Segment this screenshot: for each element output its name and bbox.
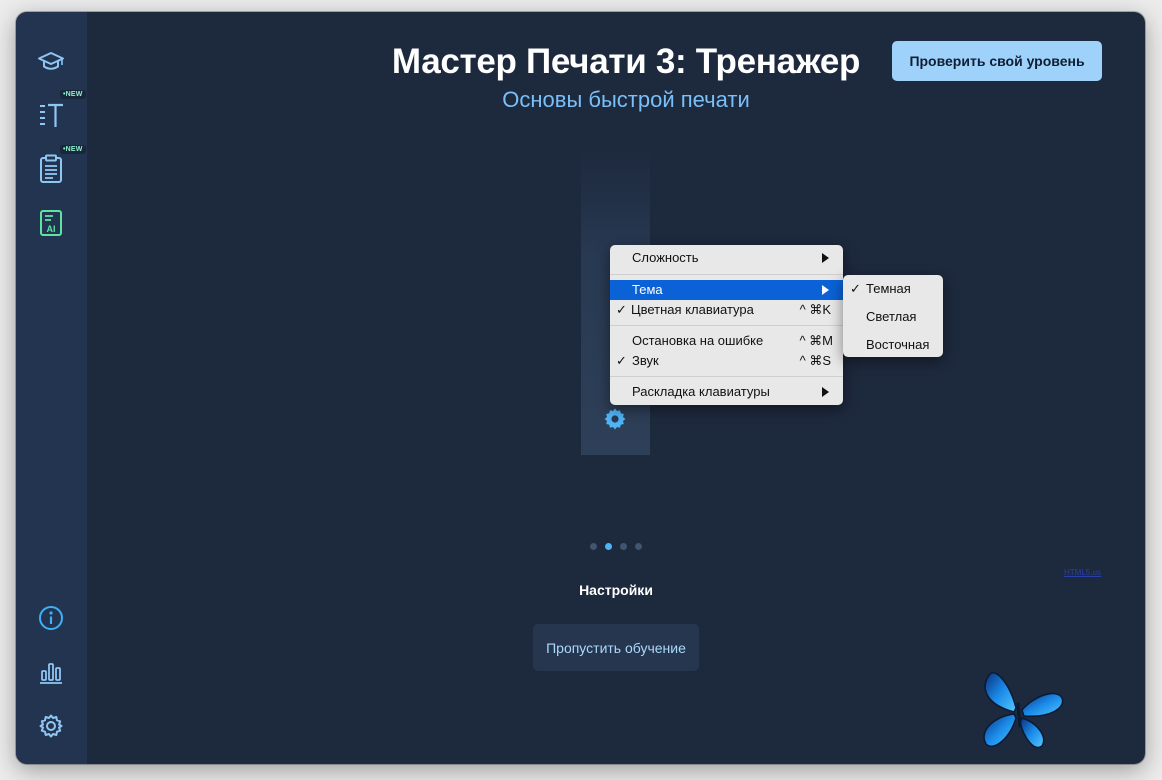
menu-item-sound[interactable]: ✓ Звук ^ ⌘S [610, 351, 843, 371]
menu-separator [610, 325, 843, 326]
theme-option-label: Восточная [866, 337, 930, 352]
theme-option-label: Светлая [866, 309, 917, 324]
pager-dot-active[interactable] [605, 543, 612, 550]
graduation-cap-icon[interactable] [35, 45, 67, 77]
menu-item-label: Остановка на ошибке [632, 333, 764, 348]
check-level-button[interactable]: Проверить свой уровень [892, 41, 1102, 81]
ai-document-icon[interactable]: AI [35, 207, 67, 239]
theme-option-dark[interactable]: ✓ Темная [843, 278, 943, 300]
info-icon[interactable] [35, 602, 67, 634]
butterfly-logo [970, 664, 1070, 754]
menu-item-label: Цветная клавиатура [631, 302, 754, 317]
clipboard-icon[interactable] [35, 153, 67, 185]
text-type-icon[interactable] [35, 99, 67, 131]
menu-item-theme[interactable]: Тема [610, 280, 843, 300]
skip-tutorial-button[interactable]: Пропустить обучение [533, 624, 699, 671]
checkmark-icon: ✓ [616, 302, 627, 317]
new-badge: •NEW [60, 145, 86, 154]
checkmark-icon: ✓ [850, 281, 861, 296]
sidebar: •NEW •NEW AI [16, 12, 87, 764]
menu-item-keyboard-layout[interactable]: Раскладка клавиатуры [610, 382, 843, 402]
menu-item-color-keyboard[interactable]: ✓ Цветная клавиатура ^ ⌘K [610, 300, 843, 320]
app-subtitle: Основы быстрой печати [502, 87, 750, 112]
footer-link[interactable]: HTML5.us [1064, 568, 1101, 577]
menu-shortcut: ^ ⌘M [799, 333, 833, 348]
pager-dots [590, 543, 650, 551]
slide-caption: Настройки [579, 582, 653, 598]
menu-separator [610, 376, 843, 377]
menu-item-label: Звук [632, 353, 659, 368]
menu-item-difficulty[interactable]: Сложность [610, 248, 843, 268]
menu-shortcut: ^ ⌘S [799, 353, 831, 368]
new-badge: •NEW [60, 90, 86, 99]
app-window: •NEW •NEW AI Мастер Печати 3: Тренажер О… [16, 12, 1145, 764]
submenu-arrow-icon [822, 387, 829, 397]
menu-item-label: Раскладка клавиатуры [632, 384, 770, 399]
theme-option-light[interactable]: Светлая [843, 306, 943, 328]
menu-item-label: Сложность [632, 250, 699, 265]
svg-text:AI: AI [47, 224, 56, 234]
submenu-arrow-icon [822, 285, 829, 295]
theme-option-label: Темная [866, 281, 911, 296]
checkmark-icon: ✓ [616, 353, 627, 368]
menu-shortcut: ^ ⌘K [799, 302, 831, 317]
settings-context-menu: Сложность Тема ✓ Цветная клавиатура ^ ⌘K… [610, 245, 843, 405]
pager-dot[interactable] [620, 543, 627, 550]
theme-submenu: ✓ Темная Светлая Восточная [843, 275, 943, 357]
submenu-arrow-icon [822, 253, 829, 263]
menu-item-stop-on-error[interactable]: Остановка на ошибке ^ ⌘M [610, 331, 843, 351]
stats-chart-icon[interactable] [35, 656, 67, 688]
app-title: Мастер Печати 3: Тренажер [391, 42, 861, 81]
theme-option-oriental[interactable]: Восточная [843, 334, 943, 356]
settings-gear-icon[interactable] [603, 407, 627, 431]
pager-dot[interactable] [635, 543, 642, 550]
settings-gear-icon[interactable] [35, 710, 67, 742]
menu-item-label: Тема [632, 282, 663, 297]
menu-separator [610, 274, 843, 275]
pager-dot[interactable] [590, 543, 597, 550]
